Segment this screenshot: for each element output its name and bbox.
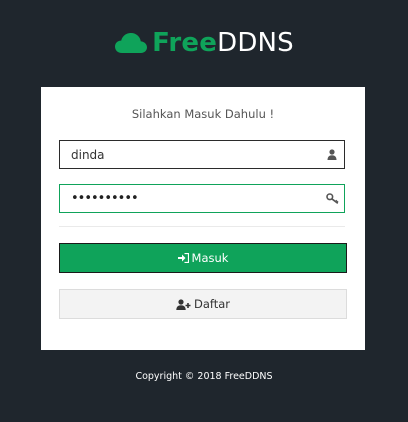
user-plus-icon <box>176 298 191 310</box>
cloud-icon <box>115 33 148 53</box>
brand-logo: FreeDDNS <box>0 27 408 59</box>
brand-name: FreeDDNS <box>152 27 294 59</box>
password-field[interactable]: •••••••••• <box>59 184 345 213</box>
login-heading: Silahkan Masuk Dahulu ! <box>131 107 275 121</box>
login-button[interactable]: Masuk <box>59 243 347 273</box>
brand-name-strong: Free <box>152 28 218 58</box>
password-value: •••••••••• <box>71 190 139 206</box>
login-button-label: Masuk <box>191 251 229 265</box>
key-icon <box>320 193 344 204</box>
copyright-footer: Copyright © 2018 FreeDDNS <box>135 371 273 382</box>
brand-name-light: DDNS <box>217 28 294 58</box>
sign-in-icon <box>177 253 189 263</box>
login-panel: Silahkan Masuk Dahulu ! dinda ••••••••••… <box>41 87 365 350</box>
form-divider <box>59 226 345 227</box>
username-value: dinda <box>71 147 105 162</box>
username-field[interactable]: dinda <box>59 140 345 169</box>
user-icon <box>320 149 344 160</box>
register-button[interactable]: Daftar <box>59 289 347 319</box>
register-button-label: Daftar <box>193 297 231 311</box>
